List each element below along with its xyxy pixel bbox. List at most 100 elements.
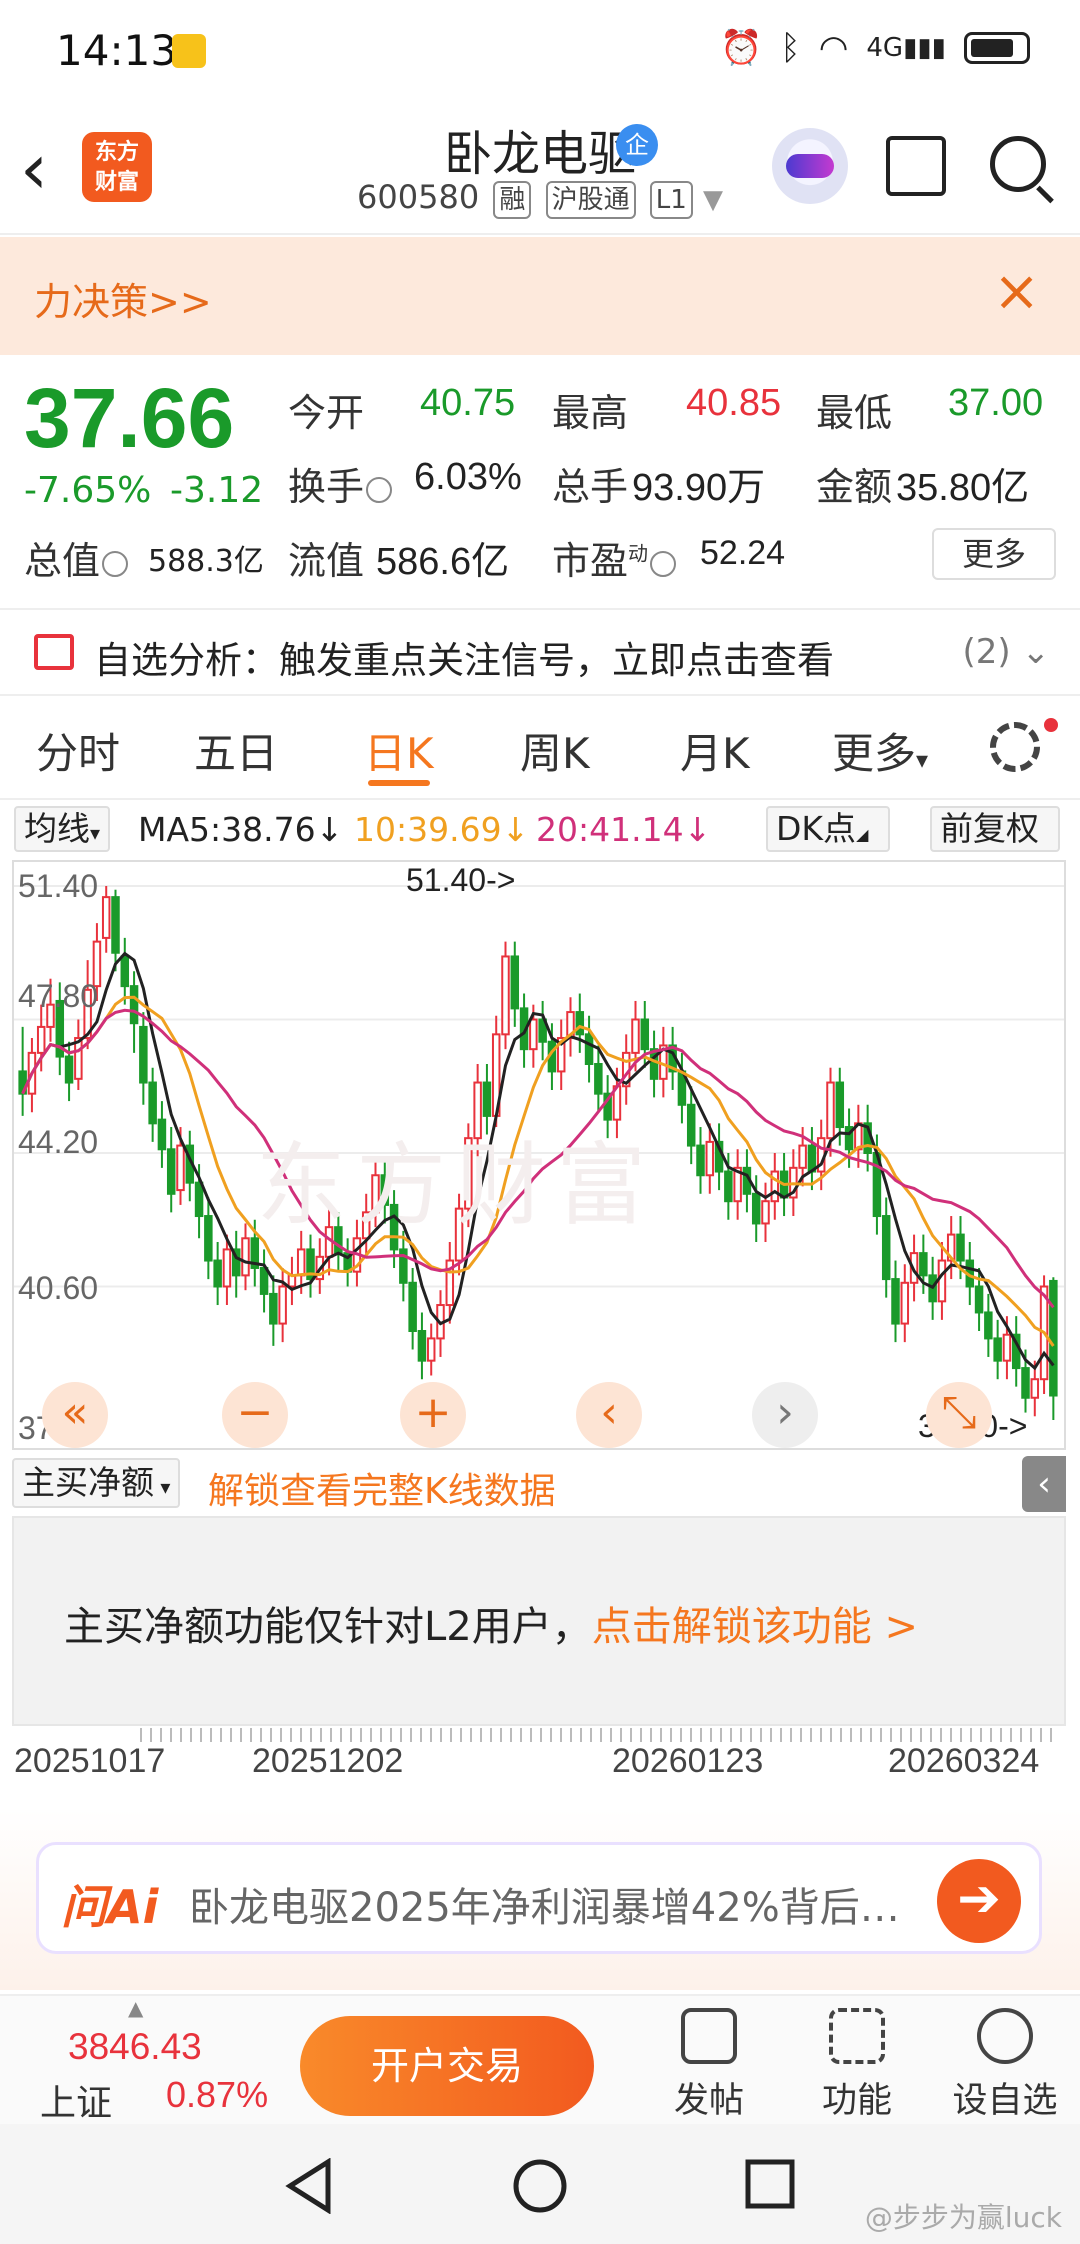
candle-body — [278, 1285, 287, 1325]
candle-body — [120, 955, 130, 988]
candle-body — [36, 1025, 46, 1054]
stock-code: 600580 — [357, 178, 480, 216]
indicator-panel: 主买净额功能仅针对L2用户，点击解锁该功能 > — [12, 1516, 1066, 1726]
info-icon[interactable] — [366, 476, 393, 503]
gear-icon[interactable] — [990, 722, 1040, 772]
pe-label: 市盈动 — [552, 530, 678, 585]
analysis-count[interactable]: (2) ⌄ — [963, 632, 1050, 672]
expand-caret-icon[interactable]: ▲ — [128, 1996, 143, 2020]
watchlist-analysis[interactable]: 自选分析：触发重点关注信号，立即点击查看 (2) ⌄ — [0, 608, 1080, 696]
amount-label: 金额 — [816, 465, 893, 509]
indicator-selector[interactable]: 均线▾ — [14, 806, 111, 852]
status-icons: ⏰ ᛒ ◠ 4G▮▮▮ — [720, 28, 1030, 68]
indicator-row: 主买净额 ▾ 解锁查看完整K线数据 — [12, 1456, 1066, 1512]
tag-level: L1 — [649, 181, 693, 219]
more-button[interactable]: 更多 — [932, 528, 1056, 580]
ma20-value: 20:41.14↓ — [536, 810, 712, 849]
app-notification-icon — [172, 34, 206, 68]
amount-value: 35.80亿 — [896, 467, 1030, 509]
candle-body — [1049, 1279, 1058, 1397]
tag-connect: 沪股通 — [545, 181, 636, 219]
high-value: 40.85 — [686, 382, 782, 424]
candle-body — [724, 1170, 733, 1203]
y-label-3: 44.20 — [18, 1124, 99, 1160]
add-watchlist-button[interactable]: 设自选 — [950, 2008, 1060, 2123]
ai-prompt-text[interactable]: 卧龙电驱2025年净利润暴增42%背后… — [189, 1875, 949, 1933]
tab-daily-k[interactable]: 日K — [364, 720, 434, 781]
post-button[interactable]: 发帖 — [654, 2008, 764, 2123]
tab-weekly-k[interactable]: 周K — [520, 720, 590, 781]
active-tab-indicator — [368, 780, 430, 786]
pe-value: 52.24 — [700, 534, 786, 572]
search-icon[interactable] — [990, 136, 1046, 192]
date-label-4: 20260324 — [888, 1742, 1040, 1780]
rewind-button[interactable]: « — [42, 1382, 108, 1448]
analysis-text[interactable]: 自选分析：触发重点关注信号，立即点击查看 — [94, 630, 834, 684]
alarm-icon: ⏰ — [719, 28, 763, 68]
ai-robot-icon[interactable] — [772, 128, 848, 204]
more-dots-icon — [977, 2008, 1033, 2064]
candle-body — [111, 896, 120, 954]
ai-question-box[interactable]: 问Ai 卧龙电驱2025年净利润暴增42%背后… ➔ — [36, 1842, 1042, 1954]
unlock-link[interactable]: 解锁查看完整K线数据 — [208, 1462, 556, 1514]
index-percent[interactable]: 0.87% — [166, 2074, 268, 2116]
status-bar: 14:13 ⏰ ᛒ ◠ 4G▮▮▮ — [0, 0, 1080, 100]
candle-body — [157, 1118, 167, 1151]
adjust-button[interactable]: 前复权 — [930, 806, 1060, 852]
tab-more[interactable]: 更多▾ — [832, 720, 928, 781]
candle-body — [1002, 1333, 1012, 1362]
info-icon[interactable] — [102, 550, 129, 577]
system-nav-bar: @步步为赢luck — [0, 2124, 1080, 2244]
kline-chart[interactable]: 51.40 47.80 44.20 40.60 37.00 51.40-> 37… — [12, 860, 1066, 1450]
candle-body — [937, 1259, 947, 1303]
status-time: 14:13 — [56, 26, 178, 75]
open-value: 40.75 — [420, 382, 516, 424]
candle-body — [798, 1144, 807, 1169]
candle-body — [222, 1248, 232, 1288]
recents-square-icon[interactable] — [744, 2158, 796, 2210]
fullscreen-button[interactable]: ⤡ — [926, 1382, 992, 1448]
date-label-2: 20251202 — [252, 1742, 404, 1780]
tab-intraday[interactable]: 分时 — [36, 720, 120, 781]
zoom-out-button[interactable]: − — [222, 1382, 288, 1448]
index-value[interactable]: 3846.43 — [68, 2026, 202, 2068]
high-label: 最高 — [552, 391, 629, 435]
candle-body — [696, 1144, 705, 1177]
candle-body — [761, 1200, 770, 1225]
promo-banner[interactable]: 力决策>> × — [0, 237, 1080, 355]
share-icon[interactable] — [886, 136, 946, 196]
signal-icon: 4G▮▮▮ — [866, 33, 946, 63]
info-icon[interactable] — [650, 550, 677, 577]
tab-five-day[interactable]: 五日 — [194, 720, 278, 781]
unlock-feature-link[interactable]: 点击解锁该功能 > — [592, 1604, 918, 1650]
send-arrow-icon[interactable]: ➔ — [937, 1859, 1021, 1943]
prev-button[interactable]: ‹ — [576, 1382, 642, 1448]
y-label-2: 47.80 — [18, 978, 99, 1014]
candle-body — [1021, 1367, 1030, 1399]
banner-text[interactable]: 力决策>> — [34, 271, 212, 326]
volume-value: 93.90万 — [632, 467, 766, 509]
candle-body — [881, 1215, 891, 1281]
open-account-trade-button[interactable]: 开户交易 — [300, 2016, 594, 2116]
candle-body — [993, 1337, 1002, 1362]
zoom-in-button[interactable]: + — [400, 1382, 466, 1448]
dk-point-button[interactable]: DK点◢ — [766, 806, 890, 852]
candle-body — [417, 1330, 427, 1362]
function-button[interactable]: 功能 — [802, 2008, 912, 2123]
back-triangle-icon[interactable] — [284, 2158, 334, 2214]
next-button[interactable]: › — [752, 1382, 818, 1448]
indicator-select[interactable]: 主买净额 ▾ — [12, 1458, 181, 1508]
home-circle-icon[interactable] — [512, 2158, 568, 2214]
date-label-1: 20251017 — [14, 1742, 166, 1780]
candle-body — [64, 1055, 74, 1084]
candle-body — [594, 1063, 603, 1095]
date-label-3: 20260123 — [612, 1742, 764, 1780]
index-name[interactable]: 上证 — [40, 2074, 112, 2126]
collapse-arrow-icon[interactable]: ‹ — [1022, 1456, 1066, 1512]
chart-trend-icon — [34, 634, 74, 670]
tab-monthly-k[interactable]: 月K — [680, 720, 750, 781]
candle-body — [751, 1192, 761, 1225]
close-icon[interactable]: × — [993, 259, 1040, 324]
dropdown-icon[interactable]: ▼ — [703, 185, 723, 215]
float-label: 流值 — [288, 539, 365, 583]
